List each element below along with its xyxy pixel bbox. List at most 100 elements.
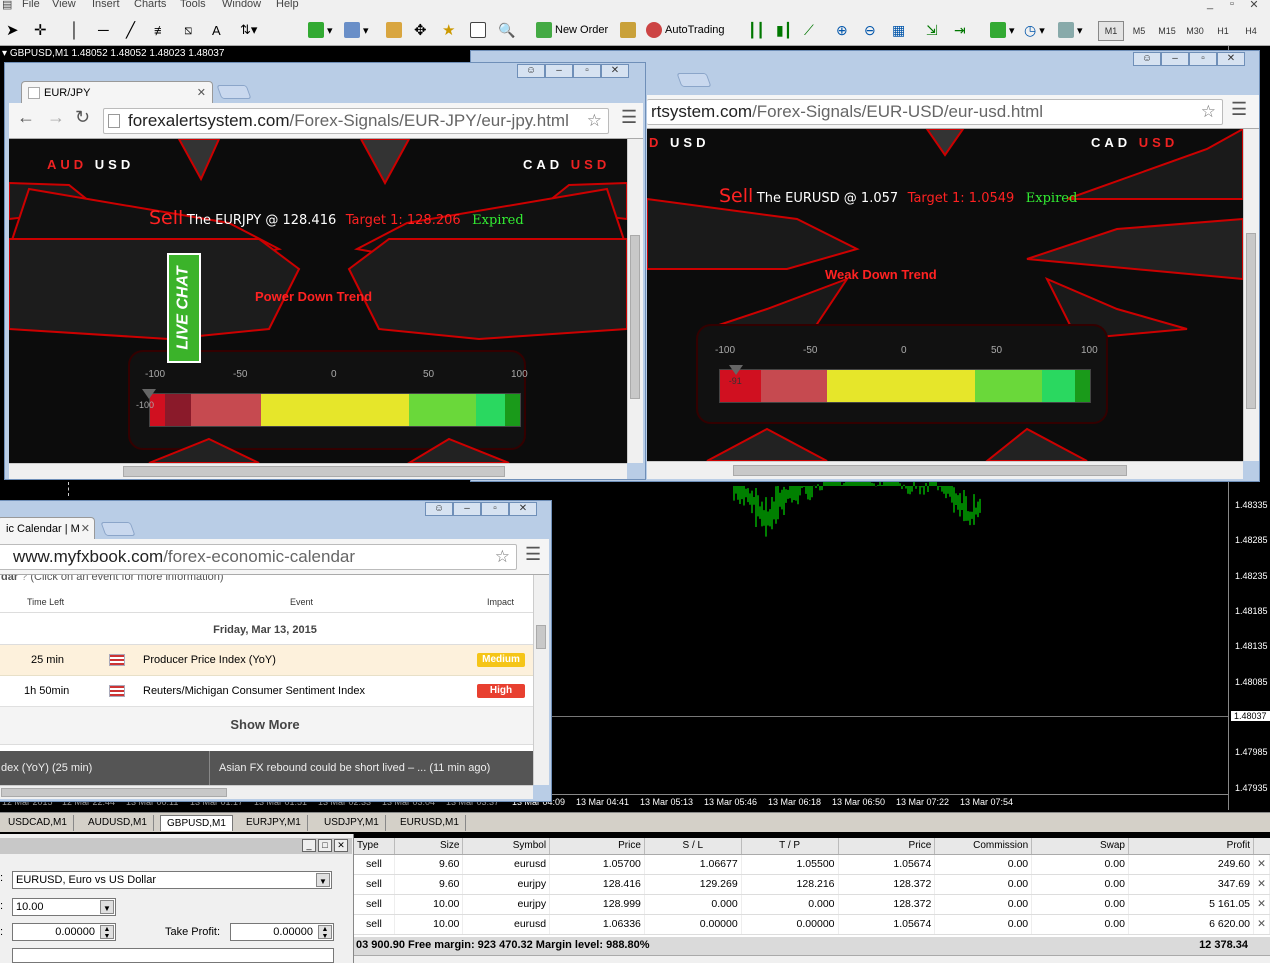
- user-icon[interactable]: ☺: [425, 502, 453, 516]
- crosshair-icon[interactable]: ✛: [34, 19, 47, 41]
- panel-close-icon[interactable]: ✕: [334, 839, 348, 852]
- restore-icon[interactable]: ▫: [1189, 52, 1217, 66]
- tab-calendar[interactable]: ic Calendar | M ✕: [0, 517, 95, 539]
- stepper-icon[interactable]: ▲ ▼: [100, 925, 114, 940]
- chart-tab-usdjpy[interactable]: USDJPY,M1: [318, 815, 386, 831]
- restore-icon[interactable]: ▫: [573, 64, 601, 78]
- new-tab-button[interactable]: [676, 73, 712, 87]
- templates-icon[interactable]: ▾: [1058, 19, 1083, 41]
- minimize-icon[interactable]: –: [453, 502, 481, 516]
- scroll-thumb[interactable]: [630, 235, 640, 399]
- menu-icon[interactable]: ☰: [1231, 99, 1247, 120]
- bookmark-star-icon[interactable]: ☆: [495, 545, 510, 569]
- tab-close-icon[interactable]: ✕: [197, 82, 206, 104]
- minimize-icon[interactable]: –: [1161, 52, 1189, 66]
- vertical-line-icon[interactable]: │: [70, 19, 79, 41]
- panel-restore-icon[interactable]: □: [318, 839, 332, 852]
- menu-tools[interactable]: Tools: [180, 0, 206, 10]
- channel-icon[interactable]: ⧅: [184, 19, 192, 41]
- table-row[interactable]: sell 10.00 eurjpy 128.999 0.000 0.000 128.372 0…: [354, 894, 1270, 915]
- user-icon[interactable]: ☺: [517, 64, 545, 78]
- scroll-thumb[interactable]: [1, 788, 227, 797]
- menu-help[interactable]: Help: [276, 0, 299, 10]
- tab-close-icon[interactable]: ✕: [81, 518, 90, 540]
- menu-icon[interactable]: ☰: [621, 107, 637, 128]
- new-tab-button[interactable]: [100, 522, 136, 536]
- col-swap[interactable]: Swap: [1031, 838, 1129, 855]
- timeframe-m5[interactable]: M5: [1126, 21, 1152, 41]
- col-symbol[interactable]: Symbol: [462, 838, 551, 855]
- horizontal-scrollbar[interactable]: [0, 785, 533, 799]
- close-order-icon[interactable]: ✕: [1253, 874, 1270, 895]
- col-sl[interactable]: S / L: [644, 838, 742, 855]
- url-field[interactable]: www.myfxbook.com/forex-economic-calendar…: [0, 544, 517, 570]
- show-more-button[interactable]: Show More: [0, 707, 533, 745]
- bookmark-star-icon[interactable]: ☆: [587, 109, 602, 133]
- tester-icon[interactable]: 🔍: [498, 19, 515, 41]
- zoom-out-icon[interactable]: ⊖: [864, 19, 876, 41]
- menu-charts[interactable]: Charts: [134, 0, 166, 10]
- chart-tab-usdcad[interactable]: USDCAD,M1: [2, 815, 74, 831]
- stepper-icon[interactable]: ▲ ▼: [318, 925, 332, 940]
- menu-icon[interactable]: ☰: [525, 544, 541, 565]
- timeframe-m1[interactable]: M1: [1098, 21, 1124, 41]
- vertical-scrollbar[interactable]: [1243, 129, 1259, 461]
- close-icon[interactable]: ✕: [1217, 52, 1245, 66]
- panel-minimize-icon[interactable]: _: [302, 839, 316, 852]
- chart-shift-icon[interactable]: ⇥: [954, 19, 966, 41]
- indicators-icon[interactable]: ▾: [990, 19, 1015, 41]
- favorites-icon[interactable]: ★: [442, 19, 455, 41]
- chart-tab-eurusd[interactable]: EURUSD,M1: [394, 815, 466, 831]
- chart-tab-audusd[interactable]: AUDUSD,M1: [82, 815, 154, 831]
- table-row[interactable]: sell 9.60 eurusd 1.05700 1.06677 1.05500 1.056…: [354, 854, 1270, 875]
- table-row[interactable]: sell 10.00 eurusd 1.06336 0.00000 0.00000 1.05…: [354, 914, 1270, 935]
- menu-file[interactable]: File: [22, 0, 40, 10]
- horizontal-scrollbar[interactable]: [9, 463, 627, 479]
- timeframe-h1[interactable]: H1: [1210, 21, 1236, 41]
- horizontal-scrollbar[interactable]: [647, 461, 1243, 479]
- close-icon[interactable]: ✕: [1244, 0, 1264, 11]
- col-tp[interactable]: T / P: [741, 838, 839, 855]
- col-profit[interactable]: Profit: [1128, 838, 1255, 855]
- forward-icon[interactable]: →: [47, 107, 65, 128]
- navigator-icon[interactable]: ✥: [414, 19, 427, 41]
- col-current-price[interactable]: Price: [838, 838, 936, 855]
- menu-window[interactable]: Window: [222, 0, 261, 10]
- minimize-icon[interactable]: _: [1200, 0, 1220, 10]
- autoscroll-icon[interactable]: ⇲: [926, 19, 938, 41]
- timeframe-h4[interactable]: H4: [1238, 21, 1264, 41]
- volume-select[interactable]: 10.00 ▼: [12, 898, 116, 916]
- bar-chart-icon[interactable]: ┃┃: [748, 19, 765, 41]
- new-order-button[interactable]: New Order: [536, 19, 608, 41]
- back-icon[interactable]: ←: [17, 107, 35, 128]
- minimize-icon[interactable]: –: [545, 64, 573, 78]
- trendline-icon[interactable]: ╱: [126, 19, 135, 41]
- tab-eurjpy[interactable]: EUR/JPY ✕: [21, 81, 213, 103]
- col-price[interactable]: Price: [549, 838, 645, 855]
- restore-icon[interactable]: ▫: [1222, 0, 1242, 10]
- scroll-thumb[interactable]: [536, 625, 546, 649]
- new-chart-icon[interactable]: ▾: [308, 19, 333, 41]
- reload-icon[interactable]: ↻: [75, 107, 90, 128]
- comment-field[interactable]: [12, 948, 334, 963]
- close-order-icon[interactable]: ✕: [1253, 854, 1270, 875]
- vertical-scrollbar[interactable]: [627, 139, 643, 463]
- zoom-in-icon[interactable]: ⊕: [836, 19, 848, 41]
- vertical-scrollbar[interactable]: [533, 575, 549, 785]
- market-watch-icon[interactable]: [386, 19, 402, 41]
- list-item[interactable]: 1h 50min Reuters/Michigan Consumer Senti…: [0, 676, 533, 707]
- table-row[interactable]: sell 9.60 eurjpy 128.416 129.269 128.216 128.3…: [354, 874, 1270, 895]
- cursor-icon[interactable]: ➤: [6, 19, 19, 41]
- timeframe-m30[interactable]: M30: [1182, 21, 1208, 41]
- col-type[interactable]: Type: [354, 838, 395, 855]
- symbol-select[interactable]: EURUSD, Euro vs US Dollar ▼: [12, 871, 332, 889]
- take-profit-field[interactable]: 0.00000 ▲ ▼: [230, 923, 334, 941]
- user-icon[interactable]: ☺: [1133, 52, 1161, 66]
- scroll-thumb[interactable]: [1246, 233, 1256, 409]
- chart-tab-gbpusd[interactable]: GBPUSD,M1: [160, 815, 233, 831]
- url-field[interactable]: forexalertsystem.com/Forex-Signals/EUR-J…: [103, 108, 609, 134]
- chart-tab-eurjpy[interactable]: EURJPY,M1: [240, 815, 308, 831]
- close-icon[interactable]: ✕: [601, 64, 629, 78]
- candlestick-icon[interactable]: ▮┃: [776, 19, 792, 41]
- close-order-icon[interactable]: ✕: [1253, 914, 1270, 935]
